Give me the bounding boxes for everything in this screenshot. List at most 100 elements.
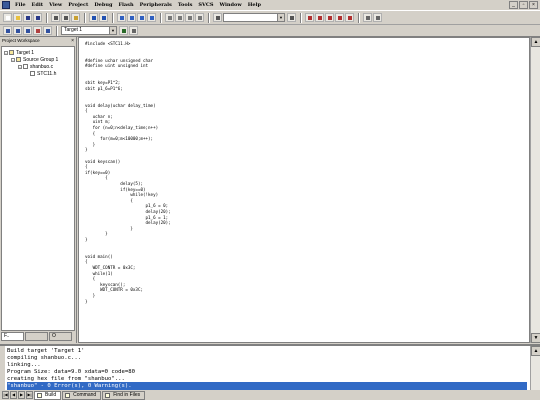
collapse-icon[interactable]: − [18,64,22,69]
next-tab-icon[interactable]: ▶ [18,391,25,399]
tab-command[interactable]: Command [62,390,102,400]
workspace-title: Project Workspace × [0,37,76,45]
chevron-down-icon[interactable]: ▼ [109,27,116,34]
tab-functions[interactable]: O [49,332,72,341]
components-icon[interactable] [129,26,138,35]
menu-debug[interactable]: Debug [91,2,115,8]
menu-tools[interactable]: Tools [175,2,196,8]
code-line: keyscan(); [85,281,126,287]
output-tabs: |◀ ◀ ▶ ▶| Build Command Find in Files [0,390,540,400]
project-workspace: Project Workspace × − Target 1 − Source … [0,37,77,343]
build-icon[interactable] [13,26,22,35]
comment-icon[interactable] [185,13,194,22]
scroll-up-icon[interactable]: ▲ [531,346,540,356]
output-line-selected[interactable]: "shanbuo" - 0 Error(s), 0 Warning(s). [7,382,527,390]
download-icon[interactable] [43,26,52,35]
restore-icon[interactable]: ▫ [519,1,528,9]
menu-window[interactable]: Window [217,2,245,8]
open-folder-icon[interactable] [13,13,22,22]
menu-help[interactable]: Help [245,2,264,8]
output-gutter [0,346,5,392]
editor-scrollbar[interactable]: ▲ ▼ [530,37,540,343]
scroll-up-icon[interactable]: ▲ [531,37,540,47]
menu-peripherals[interactable]: Peripherals [137,2,175,8]
kill-breakpoints-icon[interactable] [335,13,344,22]
code-line: p1_6 = 1; [85,214,169,220]
translate-icon[interactable] [3,26,12,35]
first-tab-icon[interactable]: |◀ [2,391,9,399]
minimize-icon[interactable]: _ [509,1,518,9]
scroll-down-icon[interactable]: ▼ [531,333,540,343]
config-icon[interactable] [373,13,382,22]
tab-files[interactable]: F.. [1,332,24,341]
close-icon[interactable]: × [529,1,538,9]
target-options-icon[interactable] [119,26,128,35]
code-line: #define uchar unsigned char [85,57,154,63]
bookmark-icon[interactable] [117,13,126,22]
redo-icon[interactable] [99,13,108,22]
debug-session-icon[interactable] [305,13,314,22]
code-line: void keyscan() [85,158,121,164]
find-icon[interactable] [287,13,296,22]
menu-svcs[interactable]: SVCS [195,2,216,8]
rebuild-icon[interactable] [23,26,32,35]
code-line: void main() [85,253,113,259]
menu-view[interactable]: View [46,2,65,8]
code-line: delay(5); [85,181,143,186]
save-icon[interactable] [23,13,32,22]
code-line: { [85,276,96,282]
collapse-icon[interactable]: − [11,57,15,62]
tree-file[interactable]: − shanbuo.c [4,63,72,70]
tab-find-in-files[interactable]: Find in Files [102,390,146,400]
project-tree[interactable]: − Target 1 − Source Group 1 − shanbuo.c … [1,46,75,331]
output-window[interactable]: Build target 'Target 1' compiling shanbu… [0,344,540,392]
prev-bookmark-icon[interactable] [127,13,136,22]
close-icon[interactable]: × [71,37,74,45]
code-line: if(key==0) [85,186,146,192]
cut-icon[interactable] [51,13,60,22]
uncomment-icon[interactable] [195,13,204,22]
menu-file[interactable]: File [12,2,29,8]
clear-bookmarks-icon[interactable] [147,13,156,22]
next-bookmark-icon[interactable] [137,13,146,22]
new-file-icon[interactable] [3,13,12,22]
code-line: } [85,225,133,231]
disable-breakpoint-icon[interactable] [325,13,334,22]
prev-tab-icon[interactable]: ◀ [10,391,17,399]
last-tab-icon[interactable]: ▶| [26,391,33,399]
output-scrollbar[interactable]: ▲ [530,346,540,392]
menu-flash[interactable]: Flash [115,2,136,8]
window-controls: _ ▫ × [509,1,538,9]
tab-functions-label: O [52,333,56,339]
chevron-down-icon[interactable]: ▼ [277,14,284,21]
file-icon [23,64,28,69]
menu-edit[interactable]: Edit [29,2,47,8]
tree-target[interactable]: − Target 1 [4,49,72,56]
window-icon[interactable] [363,13,372,22]
stop-build-icon[interactable] [33,26,42,35]
undo-icon[interactable] [89,13,98,22]
enable-breakpoints-icon[interactable] [345,13,354,22]
code-editor[interactable]: #include <STC11.H> #define uchar unsigned… [78,37,530,343]
code-line: sbit key=P1^2; [85,80,121,86]
copy-icon[interactable] [61,13,70,22]
save-all-icon[interactable] [33,13,42,22]
indent-icon[interactable] [165,13,174,22]
paste-icon[interactable] [71,13,80,22]
tree-file-label: shanbuo.c [30,63,54,70]
workspace-tabs: F.. O [1,332,72,341]
tree-group[interactable]: − Source Group 1 [4,56,72,63]
tree-header[interactable]: STC11.h [4,70,72,77]
unindent-icon[interactable] [175,13,184,22]
collapse-icon[interactable]: − [4,50,8,55]
tab-build[interactable]: Build [34,390,62,400]
target-select[interactable]: Target 1 ▼ [61,26,117,35]
code-line: { [85,108,88,114]
code-line: } [85,147,88,153]
breakpoint-icon[interactable] [315,13,324,22]
find-in-files-icon[interactable] [213,13,222,22]
menu-project[interactable]: Project [65,2,91,8]
find-combo[interactable]: ▼ [223,13,285,22]
code-line: { [85,130,96,136]
tab-books[interactable] [25,332,48,341]
